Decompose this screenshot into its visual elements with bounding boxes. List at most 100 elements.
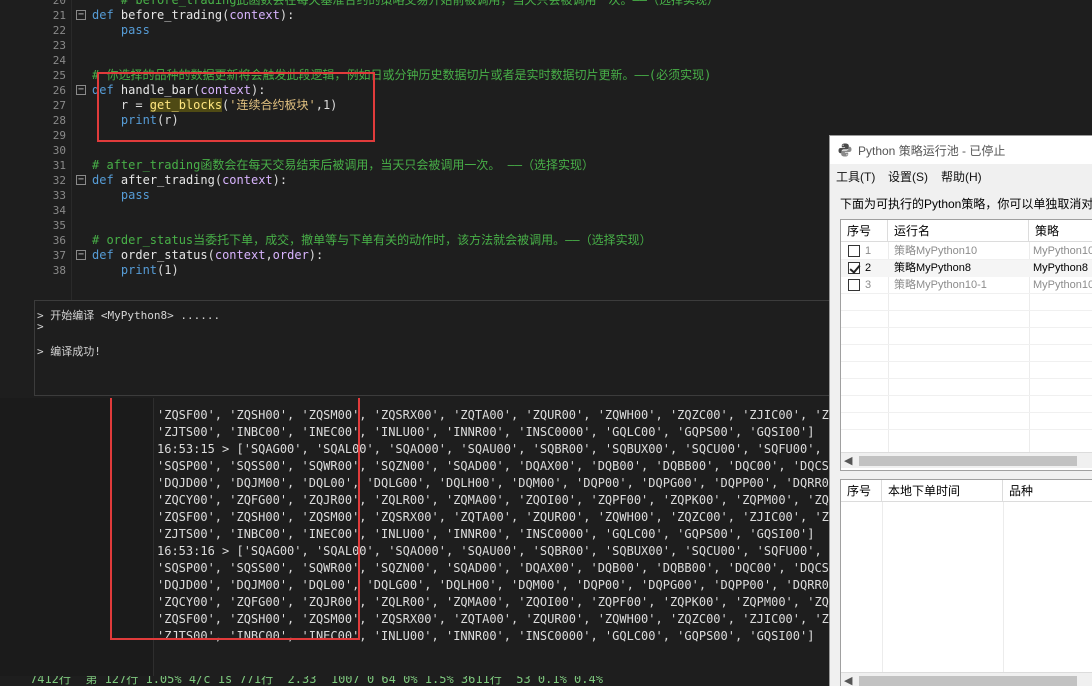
code-line[interactable]: 35 (24, 218, 830, 233)
line-number: 29 (52, 129, 66, 142)
grid-line (841, 327, 1092, 328)
scroll-left-icon[interactable]: ◀ (844, 454, 852, 467)
code-text: def handle_bar(context): (92, 83, 266, 97)
menu-settings[interactable]: 设置(S) (888, 168, 928, 185)
column-header-strategy[interactable]: 策略 (1029, 220, 1092, 242)
window-titlebar[interactable]: Python 策略运行池 - 已停止 (830, 136, 1092, 164)
code-text: r = get_blocks('连续合约板块',1) (92, 98, 338, 112)
column-header-order-index[interactable]: 序号 (841, 480, 882, 502)
grid-line (841, 361, 1092, 362)
scroll-left-icon[interactable]: ◀ (844, 674, 852, 686)
code-line[interactable]: 31 # after_trading函数会在每天交易结束后被调用，当天只会被调用一… (24, 158, 830, 173)
grid-line (841, 429, 1092, 430)
log-gutter (0, 398, 154, 686)
menu-bar: 工具(T) 设置(S) 帮助(H) (830, 164, 1092, 186)
status-strip: 7412行 第 127行 1.05% 4/c 1s 771行 2.33 1007… (0, 676, 830, 686)
code-text: pass (92, 23, 150, 37)
line-number: 38 (52, 264, 66, 277)
column-header-symbol[interactable]: 品种 (1003, 480, 1092, 502)
status-text: 7412行 第 127行 1.05% 4/c 1s 771行 2.33 1007… (30, 676, 603, 686)
code-line[interactable]: 23 (24, 38, 830, 53)
column-header-order-time[interactable]: 本地下单时间 (882, 480, 1003, 502)
code-line[interactable]: 30 (24, 143, 830, 158)
code-text: def order_status(context,order): (92, 248, 324, 262)
grid-line (841, 344, 1092, 345)
code-text: # after_trading函数会在每天交易结束后被调用，当天只会被调用一次。… (92, 158, 595, 172)
code-line[interactable]: 27 r = get_blocks('连续合约板块',1) (24, 98, 830, 113)
strategy-index: 2 (865, 262, 872, 274)
fold-toggle-icon[interactable]: − (76, 250, 86, 260)
log-line: 16:53:15 > ['SQAG00', 'SQAL00', 'SQAO00'… (157, 442, 830, 456)
code-text: pass (92, 188, 150, 202)
horizontal-scrollbar[interactable]: ◀ (841, 672, 1092, 686)
code-line[interactable]: 28 print(r) (24, 113, 830, 128)
code-line[interactable]: 22 pass (24, 23, 830, 38)
code-line[interactable]: 33 pass (24, 188, 830, 203)
code-line[interactable]: 38 print(1) (24, 263, 830, 278)
code-line[interactable]: 36 # order_status当委托下单，成交，撤单等与下单有关的动作时，该方… (24, 233, 830, 248)
log-line: 'ZQCY00', 'ZQFG00', 'ZQJR00', 'ZQLR00', … (157, 493, 830, 507)
strategy-checkbox[interactable] (848, 245, 860, 257)
python-icon (838, 143, 852, 157)
log-line: 'ZJTS00', 'INBC00', 'INEC00', 'INLU00', … (157, 425, 815, 439)
scrollbar-thumb[interactable] (859, 676, 1077, 686)
order-table[interactable]: 序号 本地下单时间 品种 ◀ (840, 479, 1092, 686)
log-line: 'DQJD00', 'DQJM00', 'DQL00', 'DQLG00', '… (157, 578, 830, 592)
column-header-run-name[interactable]: 运行名 (888, 220, 1029, 242)
line-number: 35 (52, 219, 66, 232)
log-line: 'ZQSF00', 'ZQSH00', 'ZQSM00', 'ZQSRX00',… (157, 408, 830, 422)
grid-line (841, 378, 1092, 379)
log-line: 'ZJTS00', 'INBC00', 'INEC00', 'INLU00', … (157, 527, 815, 541)
strategy-row[interactable]: 2 策略MyPython8 MyPython8 (841, 260, 1092, 277)
code-text: def before_trading(context): (92, 8, 295, 22)
grid-line (841, 395, 1092, 396)
line-number: 37 (52, 249, 66, 262)
line-number: 33 (52, 189, 66, 202)
log-line: 'ZQCY00', 'ZQFG00', 'ZQJR00', 'ZQLR00', … (157, 595, 830, 609)
instruction-text: 下面为可执行的Python策略，你可以单独取消对 (840, 197, 1092, 211)
code-line[interactable]: 20 # before_trading此函数会在每天基准合约的策略交易开始前被调… (24, 0, 830, 8)
grid-line (841, 412, 1092, 413)
output-line: > 编译成功! (37, 345, 101, 358)
code-line[interactable]: 32− def after_trading(context): (24, 173, 830, 188)
strategy-checkbox[interactable] (848, 279, 860, 291)
strategy-name: MyPython8 (1033, 262, 1089, 274)
fold-toggle-icon[interactable]: − (76, 85, 86, 95)
code-line[interactable]: 21− def before_trading(context): (24, 8, 830, 23)
fold-toggle-icon[interactable]: − (76, 175, 86, 185)
log-line: 'ZQSF00', 'ZQSH00', 'ZQSM00', 'ZQSRX00',… (157, 612, 830, 626)
strategy-row[interactable]: 3 策略MyPython10-1 MyPython10- (841, 277, 1092, 294)
code-line[interactable]: 25 # 你选择的品种的数据更新将会触发此段逻辑，例如日或分钟历史数据切片或者是实… (24, 68, 830, 83)
code-line[interactable]: 29 (24, 128, 830, 143)
code-line[interactable]: 26− def handle_bar(context): (24, 83, 830, 98)
strategy-checkbox[interactable] (848, 262, 860, 274)
strategy-index: 3 (865, 279, 872, 291)
line-number: 25 (52, 69, 66, 82)
strategy-table[interactable]: 序号 运行名 策略 1 策略MyPython10 MyPython10 2 策略… (840, 219, 1092, 471)
code-text: print(1) (92, 263, 179, 277)
scrollbar-thumb[interactable] (859, 456, 1077, 466)
strategy-run-name: 策略MyPython10 (894, 245, 978, 257)
line-number: 23 (52, 39, 66, 52)
strategy-name: MyPython10 (1033, 245, 1092, 257)
strategy-pool-window[interactable]: Python 策略运行池 - 已停止 工具(T) 设置(S) 帮助(H) 下面为… (829, 135, 1092, 686)
line-number: 31 (52, 159, 66, 172)
code-line[interactable]: 34 (24, 203, 830, 218)
code-line[interactable]: 37− def order_status(context,order): (24, 248, 830, 263)
column-header-index[interactable]: 序号 (841, 220, 888, 242)
fold-toggle-icon[interactable]: − (76, 10, 86, 20)
log-line: 'ZQSF00', 'ZQSH00', 'ZQSM00', 'ZQSRX00',… (157, 510, 830, 524)
code-text: def after_trading(context): (92, 173, 288, 187)
print-log-area[interactable]: 'ZQSF00', 'ZQSH00', 'ZQSM00', 'ZQSRX00',… (0, 398, 830, 686)
line-number: 30 (52, 144, 66, 157)
menu-tools[interactable]: 工具(T) (836, 168, 875, 185)
log-line: 'SQSP00', 'SQSS00', 'SQWR00', 'SQZN00', … (157, 459, 830, 473)
strategy-row[interactable]: 1 策略MyPython10 MyPython10 (841, 243, 1092, 260)
menu-help[interactable]: 帮助(H) (941, 168, 982, 185)
horizontal-scrollbar[interactable]: ◀ (841, 452, 1092, 468)
code-line[interactable]: 24 (24, 53, 830, 68)
line-number: 28 (52, 114, 66, 127)
code-editor[interactable]: 20 # before_trading此函数会在每天基准合约的策略交易开始前被调… (24, 0, 830, 300)
line-number: 21 (52, 9, 66, 22)
strategy-run-name: 策略MyPython10-1 (894, 279, 987, 291)
